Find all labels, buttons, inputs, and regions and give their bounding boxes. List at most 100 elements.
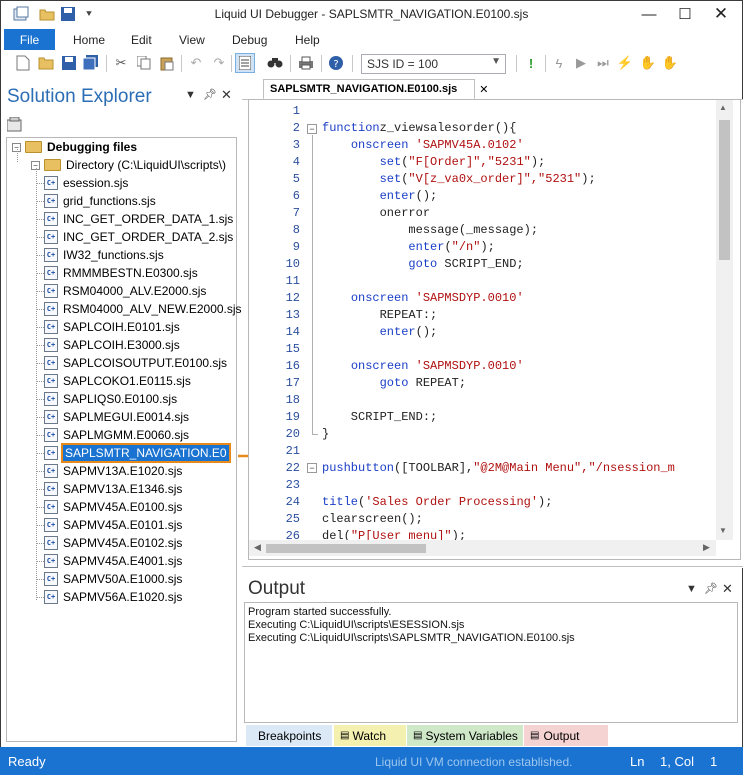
paste-icon[interactable] — [157, 53, 177, 73]
tab-saplsmtr-navigation[interactable]: SAPLSMTR_NAVIGATION.E0100.sjs ✕ — [263, 79, 488, 100]
tree-file-item[interactable]: C+ RSM04000_ALV.E2000.sjs — [44, 282, 206, 300]
script-file-icon: C+ — [44, 374, 58, 388]
undo-icon[interactable]: ↶ — [186, 53, 206, 73]
tab-watch[interactable]: ▤ Watch — [334, 725, 406, 746]
tree-directory-label: Directory (C:\LiquidUI\scripts\) — [66, 158, 227, 172]
tree-file-item[interactable]: C+ SAPLIQS0.E0100.sjs — [44, 390, 177, 408]
close-pane-icon[interactable]: ✕ — [221, 87, 232, 103]
help-icon[interactable]: ? — [326, 53, 346, 73]
redo-icon[interactable]: ↷ — [209, 53, 229, 73]
tree-file-item[interactable]: C+ SAPMV45A.E4001.sjs — [44, 552, 182, 570]
tree-file-item[interactable]: C+ IW32_functions.sjs — [44, 246, 164, 264]
tree-file-item[interactable]: C+ SAPMV13A.E1020.sjs — [44, 462, 182, 480]
tree-file-item[interactable]: C+ SAPMV45A.E0101.sjs — [44, 516, 182, 534]
find-icon[interactable] — [265, 53, 285, 73]
save-file-icon[interactable] — [59, 53, 79, 73]
stop-hand-icon[interactable]: ✋ — [638, 53, 658, 73]
run-lightning-icon[interactable]: ϟ — [549, 53, 569, 73]
tree-root[interactable]: − Debugging files — [12, 138, 137, 156]
code-token: 'Sales Order Processing' — [365, 495, 539, 509]
tree-file-item[interactable]: C+ SAPMV45A.E0102.sjs — [44, 534, 182, 552]
tree-file-item[interactable]: C+ SAPLCOKO1.E0115.sjs — [44, 372, 191, 390]
fold-toggle-icon[interactable]: − — [307, 463, 317, 473]
tree-file-item[interactable]: C+ RMMMBESTN.E0300.sjs — [44, 264, 198, 282]
menu-home[interactable]: Home — [73, 33, 105, 47]
tree-file-item[interactable]: C+ SAPMV50A.E1000.sjs — [44, 570, 182, 588]
scroll-right-icon[interactable]: ▶ — [703, 542, 710, 553]
menu-view[interactable]: View — [179, 33, 205, 47]
line-number: 9 — [292, 240, 300, 254]
tree-file-item[interactable]: C+ SAPLCOIH.E3000.sjs — [44, 336, 180, 354]
tab-output[interactable]: ▤ Output — [524, 725, 608, 746]
tree-file-item[interactable]: C+ SAPMV13A.E1346.sjs — [44, 480, 182, 498]
status-ln-value: 1, Col — [660, 754, 694, 769]
scroll-down-icon[interactable]: ▼ — [719, 526, 727, 535]
maximize-button[interactable]: ☐ — [669, 3, 701, 25]
tree-file-item[interactable]: C+ RSM04000_ALV_NEW.E2000.sjs — [44, 300, 242, 318]
menu-debug[interactable]: Debug — [232, 33, 267, 47]
tree-file-item[interactable]: C+ SAPLSMTR_NAVIGATION.E0 — [44, 443, 231, 463]
tree-file-item[interactable]: C+ SAPLCOIH.E0101.sjs — [44, 318, 180, 336]
tab-breakpoints[interactable]: Breakpoints — [246, 725, 332, 746]
stop-all-hand-icon[interactable]: ✋ — [660, 53, 680, 73]
pin-icon[interactable]: 📌︎ — [203, 88, 217, 101]
tree-file-item[interactable]: C+ SAPLMEGUI.E0014.sjs — [44, 408, 189, 426]
copy-icon[interactable] — [134, 53, 154, 73]
status-connection: Liquid UI VM connection established. — [375, 755, 573, 769]
tree-file-item[interactable]: C+ SAPLCOISOUTPUT.E0100.sjs — [44, 354, 227, 372]
new-file-icon[interactable] — [13, 53, 33, 73]
tree-file-label: esession.sjs — [63, 176, 129, 190]
tree-file-item[interactable]: C+ INC_GET_ORDER_DATA_2.sjs — [44, 228, 233, 246]
tree-file-item[interactable]: C+ grid_functions.sjs — [44, 192, 156, 210]
pane-menu-icon[interactable]: ▼ — [686, 583, 697, 595]
play-icon[interactable]: ▶ — [571, 53, 591, 73]
open-icon[interactable] — [36, 53, 56, 73]
vertical-scroll-thumb[interactable] — [719, 120, 730, 260]
script-file-icon: C+ — [44, 212, 58, 226]
horizontal-scroll-thumb[interactable] — [266, 544, 426, 553]
clear-breakpoints-icon[interactable]: ⚡ — [615, 53, 635, 73]
close-tab-icon[interactable]: ✕ — [479, 83, 488, 96]
toggle-view-icon[interactable] — [235, 53, 255, 73]
script-file-icon: C+ — [44, 176, 58, 190]
menu-edit[interactable]: Edit — [131, 33, 152, 47]
minimize-button[interactable]: — — [633, 3, 665, 25]
sjs-id-dropdown[interactable]: SJS ID = 100 ▼ — [361, 54, 506, 74]
code-line: onscreen 'SAPMSDYP.0010' — [322, 291, 524, 305]
close-pane-icon[interactable]: ✕ — [722, 581, 733, 597]
close-window-button[interactable]: ✕ — [705, 3, 737, 25]
check-syntax-icon[interactable]: ! — [521, 53, 541, 73]
menu-help[interactable]: Help — [295, 33, 320, 47]
save-all-icon[interactable] — [81, 53, 101, 73]
line-number: 4 — [292, 155, 300, 169]
window-title: Liquid UI Debugger - SAPLSMTR_NAVIGATION… — [214, 7, 529, 21]
code-token: ([TOOLBAR], — [394, 461, 474, 475]
tree-file-item[interactable]: C+ INC_GET_ORDER_DATA_1.sjs — [44, 210, 233, 228]
tree-file-item[interactable]: C+ SAPMV45A.E0100.sjs — [44, 498, 182, 516]
tree-file-label: SAPMV13A.E1020.sjs — [63, 464, 183, 478]
step-icon[interactable]: ⏭ — [593, 53, 613, 73]
print-icon[interactable] — [296, 53, 316, 73]
tree-file-item[interactable]: C+ SAPMV56A.E1020.sjs — [44, 588, 182, 606]
cut-icon[interactable]: ✂ — [111, 53, 131, 73]
script-file-icon: C+ — [44, 590, 58, 604]
scroll-left-icon[interactable]: ◀ — [254, 542, 261, 553]
file-menu[interactable]: File — [4, 29, 55, 50]
pane-menu-icon[interactable]: ▼ — [185, 89, 196, 101]
pin-icon[interactable]: 📌︎ — [704, 582, 718, 595]
folder-icon — [44, 159, 61, 171]
tree-file-item[interactable]: C+ SAPLMGMM.E0060.sjs — [44, 426, 189, 444]
scroll-up-icon[interactable]: ▲ — [719, 103, 727, 112]
line-number: 17 — [285, 376, 300, 390]
code-token: SCRIPT_END; — [437, 257, 524, 271]
tab-system-variables[interactable]: ▤ System Variables — [407, 725, 523, 746]
tree-file-item[interactable]: C+ esession.sjs — [44, 174, 128, 192]
fold-toggle-icon[interactable]: − — [307, 124, 317, 134]
code-token: "/n" — [451, 240, 481, 254]
tree-directory[interactable]: − Directory (C:\LiquidUI\scripts\) — [31, 156, 226, 174]
properties-icon[interactable] — [6, 116, 24, 132]
tree-file-label: SAPLSMTR_NAVIGATION.E0 — [61, 443, 231, 463]
line-number: 8 — [292, 223, 300, 237]
